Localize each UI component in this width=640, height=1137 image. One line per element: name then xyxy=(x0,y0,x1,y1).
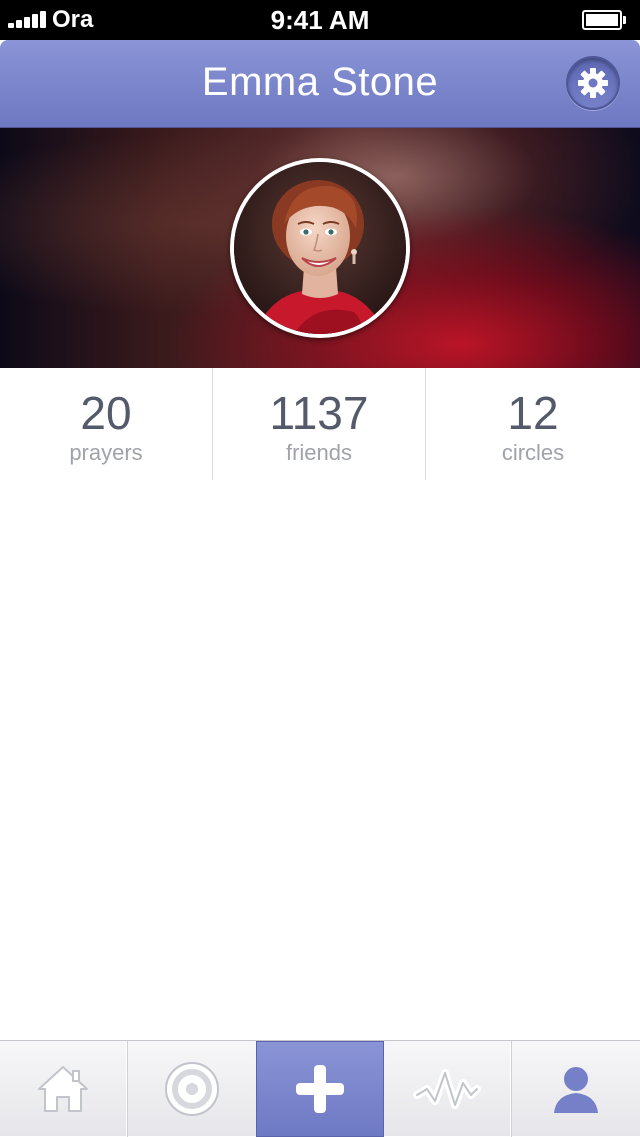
profile-photo xyxy=(234,162,406,334)
tab-profile[interactable] xyxy=(512,1041,640,1137)
stat-label: friends xyxy=(285,440,353,465)
avatar[interactable] xyxy=(230,158,410,338)
battery-fill xyxy=(586,14,618,26)
stat-label: circles xyxy=(501,440,565,465)
tab-home[interactable] xyxy=(0,1041,126,1137)
stat-friends[interactable]: 1137 friends xyxy=(213,368,425,480)
plus-icon xyxy=(296,1065,344,1113)
stat-prayers[interactable]: 20 prayers xyxy=(0,368,212,480)
profile-cover xyxy=(0,128,640,368)
profile-stats: 20 prayers 1137 friends 12 circles xyxy=(0,368,640,480)
tab-target[interactable] xyxy=(128,1041,256,1137)
status-time: 9:41 AM xyxy=(270,5,370,35)
gear-icon xyxy=(578,68,608,98)
tab-add[interactable] xyxy=(256,1041,384,1137)
stat-circles[interactable]: 12 circles xyxy=(426,368,640,480)
navigation-bar: Emma Stone xyxy=(0,40,640,128)
settings-button[interactable] xyxy=(566,56,620,110)
stat-label: prayers xyxy=(69,440,143,465)
stat-value: 1137 xyxy=(269,387,369,439)
person-icon xyxy=(554,1067,598,1113)
status-bar: Ora 9:41 AM xyxy=(0,0,640,40)
activity-icon xyxy=(413,1069,481,1109)
battery-icon xyxy=(582,10,626,30)
tab-bar xyxy=(0,1040,640,1137)
target-icon xyxy=(165,1062,219,1116)
home-icon xyxy=(38,1066,88,1112)
page-title: Emma Stone xyxy=(201,60,439,104)
stat-value: 20 xyxy=(80,387,132,439)
tab-activity[interactable] xyxy=(384,1041,510,1137)
stat-value: 12 xyxy=(507,387,559,439)
